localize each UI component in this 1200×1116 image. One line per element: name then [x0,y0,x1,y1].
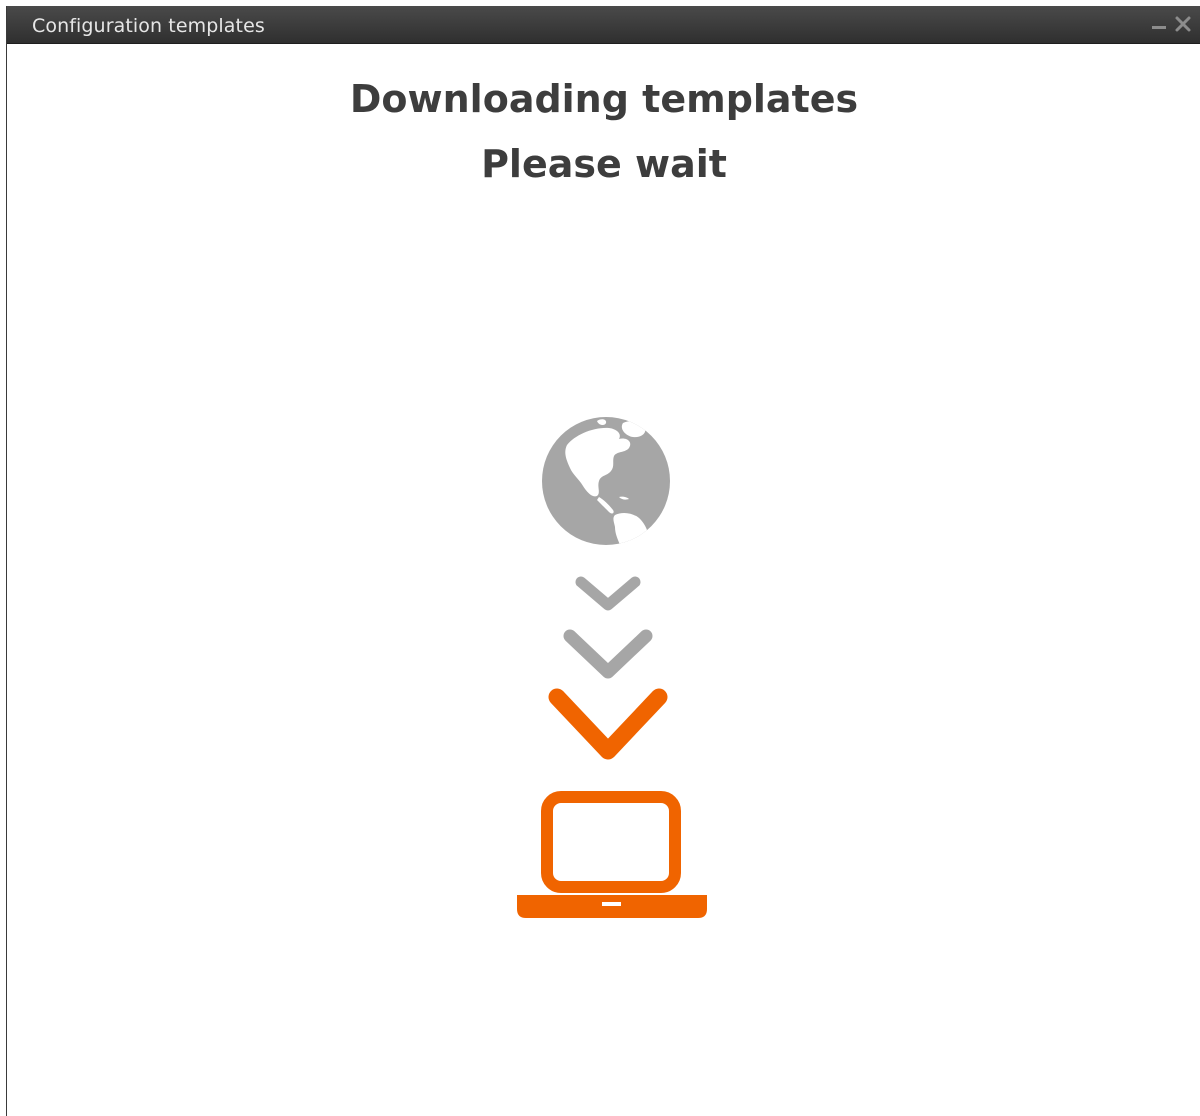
chevron-down-icon [563,629,653,679]
please-wait-subheading: Please wait [481,142,727,186]
globe-icon [542,417,670,545]
laptop-icon [517,791,707,918]
download-illustration [517,417,707,918]
minimize-icon [1152,26,1166,29]
downloading-heading: Downloading templates [349,77,859,121]
window-title: Configuration templates [32,15,265,37]
title-bar[interactable]: Configuration templates [7,6,1200,44]
chevron-down-icon [575,576,641,611]
close-icon [1175,16,1191,32]
close-button[interactable] [1173,14,1193,34]
configuration-templates-window: Configuration templates Downloading temp… [6,6,1200,1116]
chevron-down-icon [548,688,668,760]
minimize-button[interactable] [1149,14,1169,34]
